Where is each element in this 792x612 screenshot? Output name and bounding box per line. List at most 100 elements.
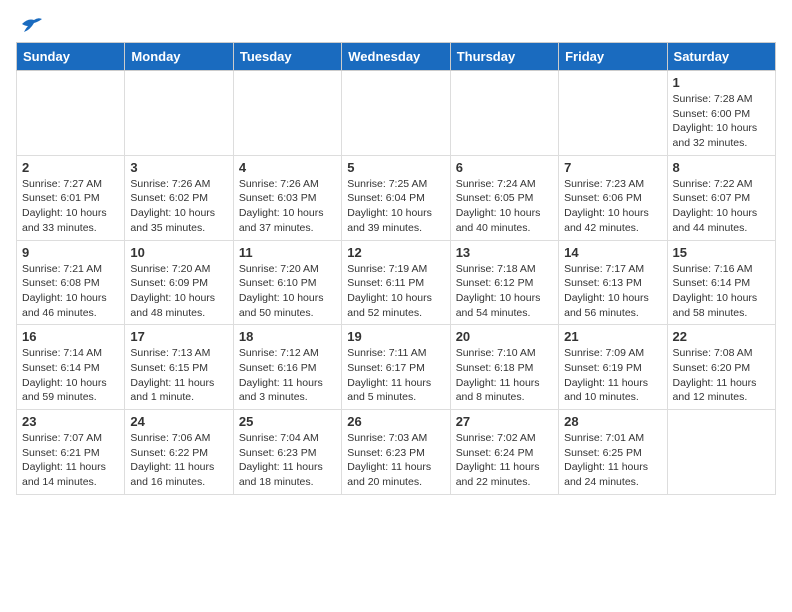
- day-info: Sunrise: 7:25 AM Sunset: 6:04 PM Dayligh…: [347, 177, 444, 236]
- day-number: 28: [564, 414, 661, 429]
- calendar-cell: 16 Sunrise: 7:14 AM Sunset: 6:14 PM Dayli…: [17, 325, 125, 410]
- day-info: Sunrise: 7:26 AM Sunset: 6:03 PM Dayligh…: [239, 177, 336, 236]
- day-number: 10: [130, 245, 227, 260]
- calendar-cell: 20 Sunrise: 7:10 AM Sunset: 6:18 PM Dayli…: [450, 325, 558, 410]
- day-number: 4: [239, 160, 336, 175]
- day-number: 2: [22, 160, 119, 175]
- calendar-cell: 22 Sunrise: 7:08 AM Sunset: 6:20 PM Dayli…: [667, 325, 775, 410]
- weekday-header: Friday: [559, 43, 667, 71]
- calendar-cell: 25 Sunrise: 7:04 AM Sunset: 6:23 PM Dayli…: [233, 410, 341, 495]
- logo: [16, 16, 42, 32]
- calendar-cell: 3 Sunrise: 7:26 AM Sunset: 6:02 PM Daylig…: [125, 155, 233, 240]
- day-info: Sunrise: 7:19 AM Sunset: 6:11 PM Dayligh…: [347, 262, 444, 321]
- calendar-week-row: 16 Sunrise: 7:14 AM Sunset: 6:14 PM Dayli…: [17, 325, 776, 410]
- calendar-cell: 9 Sunrise: 7:21 AM Sunset: 6:08 PM Daylig…: [17, 240, 125, 325]
- calendar-week-row: 23 Sunrise: 7:07 AM Sunset: 6:21 PM Dayli…: [17, 410, 776, 495]
- day-info: Sunrise: 7:12 AM Sunset: 6:16 PM Dayligh…: [239, 346, 336, 405]
- calendar-cell: [233, 71, 341, 156]
- day-info: Sunrise: 7:10 AM Sunset: 6:18 PM Dayligh…: [456, 346, 553, 405]
- calendar-cell: 26 Sunrise: 7:03 AM Sunset: 6:23 PM Dayli…: [342, 410, 450, 495]
- weekday-header: Wednesday: [342, 43, 450, 71]
- day-number: 5: [347, 160, 444, 175]
- day-number: 22: [673, 329, 770, 344]
- day-info: Sunrise: 7:04 AM Sunset: 6:23 PM Dayligh…: [239, 431, 336, 490]
- day-number: 25: [239, 414, 336, 429]
- day-number: 14: [564, 245, 661, 260]
- weekday-header: Saturday: [667, 43, 775, 71]
- calendar-cell: [17, 71, 125, 156]
- page-header: [16, 16, 776, 32]
- day-info: Sunrise: 7:27 AM Sunset: 6:01 PM Dayligh…: [22, 177, 119, 236]
- day-info: Sunrise: 7:11 AM Sunset: 6:17 PM Dayligh…: [347, 346, 444, 405]
- day-info: Sunrise: 7:23 AM Sunset: 6:06 PM Dayligh…: [564, 177, 661, 236]
- day-info: Sunrise: 7:02 AM Sunset: 6:24 PM Dayligh…: [456, 431, 553, 490]
- calendar-cell: 1 Sunrise: 7:28 AM Sunset: 6:00 PM Daylig…: [667, 71, 775, 156]
- calendar-cell: 24 Sunrise: 7:06 AM Sunset: 6:22 PM Dayli…: [125, 410, 233, 495]
- day-number: 9: [22, 245, 119, 260]
- day-number: 15: [673, 245, 770, 260]
- day-number: 21: [564, 329, 661, 344]
- day-number: 6: [456, 160, 553, 175]
- day-info: Sunrise: 7:13 AM Sunset: 6:15 PM Dayligh…: [130, 346, 227, 405]
- calendar-cell: [667, 410, 775, 495]
- day-info: Sunrise: 7:18 AM Sunset: 6:12 PM Dayligh…: [456, 262, 553, 321]
- day-number: 23: [22, 414, 119, 429]
- weekday-header: Thursday: [450, 43, 558, 71]
- calendar-cell: 7 Sunrise: 7:23 AM Sunset: 6:06 PM Daylig…: [559, 155, 667, 240]
- calendar-cell: 18 Sunrise: 7:12 AM Sunset: 6:16 PM Dayli…: [233, 325, 341, 410]
- calendar-cell: 12 Sunrise: 7:19 AM Sunset: 6:11 PM Dayli…: [342, 240, 450, 325]
- day-number: 16: [22, 329, 119, 344]
- calendar-cell: 19 Sunrise: 7:11 AM Sunset: 6:17 PM Dayli…: [342, 325, 450, 410]
- calendar-cell: 28 Sunrise: 7:01 AM Sunset: 6:25 PM Dayli…: [559, 410, 667, 495]
- calendar-cell: [450, 71, 558, 156]
- calendar-week-row: 2 Sunrise: 7:27 AM Sunset: 6:01 PM Daylig…: [17, 155, 776, 240]
- day-number: 24: [130, 414, 227, 429]
- calendar-cell: [342, 71, 450, 156]
- calendar-week-row: 1 Sunrise: 7:28 AM Sunset: 6:00 PM Daylig…: [17, 71, 776, 156]
- day-number: 26: [347, 414, 444, 429]
- day-number: 11: [239, 245, 336, 260]
- calendar-cell: 14Sunrise: 7:17 AM Sunset: 6:13 PM Dayli…: [559, 240, 667, 325]
- day-info: Sunrise: 7:21 AM Sunset: 6:08 PM Dayligh…: [22, 262, 119, 321]
- day-info: Sunrise: 7:08 AM Sunset: 6:20 PM Dayligh…: [673, 346, 770, 405]
- day-number: 20: [456, 329, 553, 344]
- calendar-cell: 23 Sunrise: 7:07 AM Sunset: 6:21 PM Dayli…: [17, 410, 125, 495]
- calendar-cell: [125, 71, 233, 156]
- calendar-cell: 10 Sunrise: 7:20 AM Sunset: 6:09 PM Dayli…: [125, 240, 233, 325]
- calendar-cell: 5 Sunrise: 7:25 AM Sunset: 6:04 PM Daylig…: [342, 155, 450, 240]
- calendar-cell: 11 Sunrise: 7:20 AM Sunset: 6:10 PM Dayli…: [233, 240, 341, 325]
- calendar-cell: 8Sunrise: 7:22 AM Sunset: 6:07 PM Daylig…: [667, 155, 775, 240]
- day-number: 17: [130, 329, 227, 344]
- logo-bird-icon: [20, 16, 42, 34]
- day-info: Sunrise: 7:28 AM Sunset: 6:00 PM Dayligh…: [673, 92, 770, 151]
- day-number: 1: [673, 75, 770, 90]
- day-number: 19: [347, 329, 444, 344]
- calendar-cell: 6Sunrise: 7:24 AM Sunset: 6:05 PM Daylig…: [450, 155, 558, 240]
- day-info: Sunrise: 7:07 AM Sunset: 6:21 PM Dayligh…: [22, 431, 119, 490]
- day-info: Sunrise: 7:06 AM Sunset: 6:22 PM Dayligh…: [130, 431, 227, 490]
- day-info: Sunrise: 7:09 AM Sunset: 6:19 PM Dayligh…: [564, 346, 661, 405]
- day-number: 12: [347, 245, 444, 260]
- day-info: Sunrise: 7:26 AM Sunset: 6:02 PM Dayligh…: [130, 177, 227, 236]
- calendar-cell: 27Sunrise: 7:02 AM Sunset: 6:24 PM Dayli…: [450, 410, 558, 495]
- calendar-header-row: SundayMondayTuesdayWednesdayThursdayFrid…: [17, 43, 776, 71]
- calendar-cell: [559, 71, 667, 156]
- calendar-cell: 17 Sunrise: 7:13 AM Sunset: 6:15 PM Dayli…: [125, 325, 233, 410]
- calendar-cell: 21 Sunrise: 7:09 AM Sunset: 6:19 PM Dayli…: [559, 325, 667, 410]
- calendar-cell: 15 Sunrise: 7:16 AM Sunset: 6:14 PM Dayli…: [667, 240, 775, 325]
- day-info: Sunrise: 7:20 AM Sunset: 6:09 PM Dayligh…: [130, 262, 227, 321]
- weekday-header: Tuesday: [233, 43, 341, 71]
- calendar-cell: 13 Sunrise: 7:18 AM Sunset: 6:12 PM Dayli…: [450, 240, 558, 325]
- calendar-cell: 4 Sunrise: 7:26 AM Sunset: 6:03 PM Daylig…: [233, 155, 341, 240]
- day-info: Sunrise: 7:14 AM Sunset: 6:14 PM Dayligh…: [22, 346, 119, 405]
- day-info: Sunrise: 7:16 AM Sunset: 6:14 PM Dayligh…: [673, 262, 770, 321]
- day-info: Sunrise: 7:01 AM Sunset: 6:25 PM Dayligh…: [564, 431, 661, 490]
- day-number: 7: [564, 160, 661, 175]
- day-number: 13: [456, 245, 553, 260]
- calendar-week-row: 9 Sunrise: 7:21 AM Sunset: 6:08 PM Daylig…: [17, 240, 776, 325]
- weekday-header: Monday: [125, 43, 233, 71]
- day-info: Sunrise: 7:03 AM Sunset: 6:23 PM Dayligh…: [347, 431, 444, 490]
- day-number: 18: [239, 329, 336, 344]
- day-number: 3: [130, 160, 227, 175]
- day-info: Sunrise: 7:20 AM Sunset: 6:10 PM Dayligh…: [239, 262, 336, 321]
